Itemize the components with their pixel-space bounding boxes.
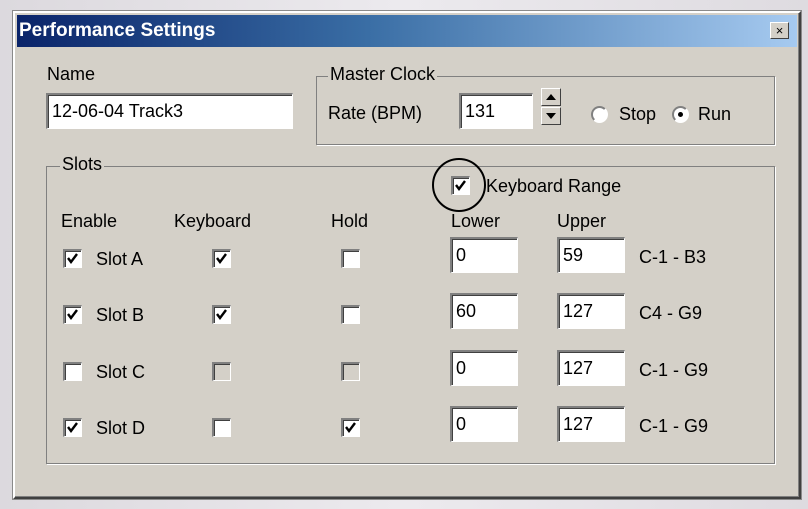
window-title: Performance Settings (19, 20, 216, 41)
rate-spin-down-button[interactable] (541, 107, 561, 125)
slot-a-keyboard-checkbox[interactable] (212, 249, 231, 268)
arrow-up-icon (546, 94, 556, 100)
slot-d-label: Slot D (96, 418, 146, 438)
header-lower: Lower (451, 211, 501, 231)
slot-c-label: Slot C (96, 362, 146, 382)
header-keyboard: Keyboard (174, 211, 252, 231)
rate-bpm-label: Rate (BPM) (328, 103, 423, 123)
slot-a-hold-checkbox[interactable] (341, 249, 360, 268)
slot-d-keyboard-checkbox[interactable] (212, 418, 231, 437)
header-hold: Hold (331, 211, 369, 231)
slots-legend: Slots (60, 154, 105, 175)
slot-a-lower-input[interactable]: 0 (450, 237, 518, 273)
slot-b-keyboard-checkbox[interactable] (212, 305, 231, 324)
slot-a-label: Slot A (96, 249, 144, 269)
check-icon (216, 309, 227, 320)
stop-label: Stop (619, 104, 657, 124)
close-button[interactable]: × (770, 22, 789, 39)
title-bar[interactable]: Performance Settings × (17, 15, 797, 47)
slot-c-upper-input[interactable]: 127 (557, 350, 625, 386)
slot-b-upper-input[interactable]: 127 (557, 293, 625, 329)
slot-b-enable-checkbox[interactable] (63, 305, 82, 324)
check-icon (455, 180, 466, 191)
run-label: Run (698, 104, 732, 124)
rate-bpm-input[interactable]: 131 (459, 93, 533, 129)
slot-c-enable-checkbox[interactable] (63, 362, 82, 381)
check-icon (67, 253, 78, 264)
slot-b-lower-input[interactable]: 60 (450, 293, 518, 329)
slot-d-range: C-1 - G9 (639, 416, 709, 436)
slot-d-lower-input[interactable]: 0 (450, 406, 518, 442)
slot-c-keyboard-checkbox[interactable] (212, 362, 231, 381)
slot-a-range: C-1 - B3 (639, 247, 707, 267)
stop-radio[interactable] (591, 106, 608, 123)
master-clock-legend: Master Clock (328, 64, 438, 85)
radio-selected-dot (678, 112, 683, 117)
check-icon (216, 253, 227, 264)
slot-c-hold-checkbox[interactable] (341, 362, 360, 381)
keyboard-range-checkbox[interactable] (451, 176, 470, 195)
header-enable: Enable (61, 211, 118, 231)
slot-b-range: C4 - G9 (639, 303, 703, 323)
check-icon (67, 422, 78, 433)
header-upper: Upper (557, 211, 607, 231)
arrow-down-icon (546, 113, 556, 119)
slot-d-upper-input[interactable]: 127 (557, 406, 625, 442)
slot-a-enable-checkbox[interactable] (63, 249, 82, 268)
name-label: Name (47, 64, 96, 84)
slot-a-upper-input[interactable]: 59 (557, 237, 625, 273)
slot-d-hold-checkbox[interactable] (341, 418, 360, 437)
close-icon: × (775, 23, 784, 38)
check-icon (67, 309, 78, 320)
keyboard-range-label: Keyboard Range (486, 176, 622, 196)
run-radio[interactable] (672, 106, 689, 123)
check-icon (345, 422, 356, 433)
slot-c-range: C-1 - G9 (639, 360, 709, 380)
slot-b-hold-checkbox[interactable] (341, 305, 360, 324)
slot-b-label: Slot B (96, 305, 145, 325)
rate-spin-up-button[interactable] (541, 88, 561, 106)
name-input[interactable]: 12-06-04 Track3 (46, 93, 293, 129)
slot-c-lower-input[interactable]: 0 (450, 350, 518, 386)
slot-d-enable-checkbox[interactable] (63, 418, 82, 437)
